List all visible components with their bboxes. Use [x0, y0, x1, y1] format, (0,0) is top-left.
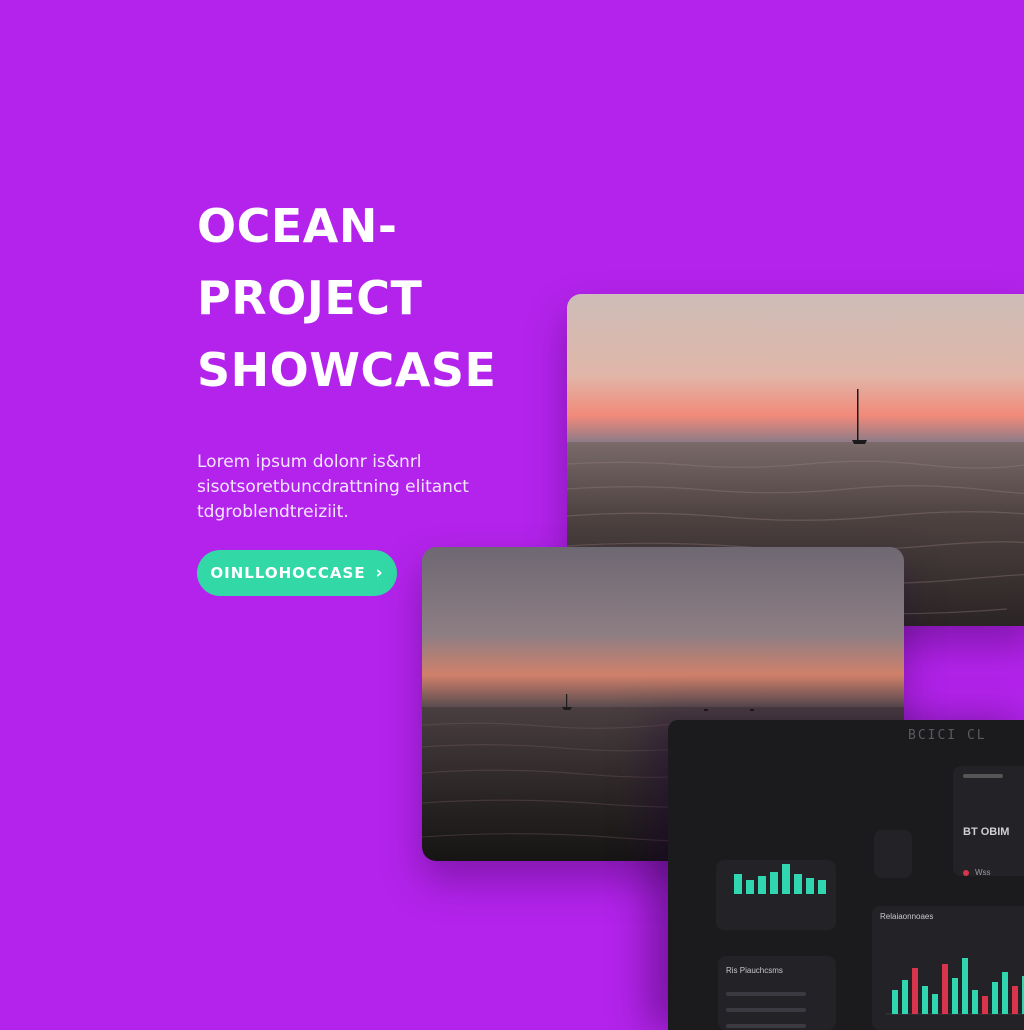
bar-group — [892, 958, 1024, 1014]
mini-bar — [782, 864, 790, 894]
title-line: PROJECT — [197, 271, 423, 325]
list-item — [726, 1024, 806, 1028]
chart-bar — [972, 990, 978, 1014]
title-line: SHOWCASE — [197, 343, 497, 397]
mini-bar — [746, 880, 754, 894]
chart-bar — [932, 994, 938, 1014]
hero-text: OCEAN- PROJECT SHOWCASE Lorem ipsum dolo… — [197, 190, 557, 525]
chart-bar — [962, 958, 968, 1014]
page-title: OCEAN- PROJECT SHOWCASE — [197, 190, 557, 406]
hero-description: Lorem ipsum dolonr is&nrl sisotsoretbunc… — [197, 450, 557, 525]
showcase-button-label: OINLLOHOCCASE — [210, 564, 366, 582]
dashboard-panel: BCICI CL BT OBIM Wss Ris Piauchcsms Rela… — [668, 720, 1024, 1030]
description-line: tdgroblendtreiziit. — [197, 502, 349, 522]
chart-bar — [892, 990, 898, 1014]
chart-bar — [992, 982, 998, 1014]
stat-row: Wss — [963, 868, 991, 877]
mini-bar — [818, 880, 826, 894]
chart-bar — [912, 968, 918, 1014]
chart-bar — [952, 978, 958, 1014]
mini-bar — [794, 874, 802, 894]
chart-bar — [942, 964, 948, 1014]
small-card — [874, 830, 912, 878]
mini-bar-chart — [716, 860, 836, 930]
chart-bar — [982, 996, 988, 1014]
mini-bar — [734, 874, 742, 894]
showcase-button[interactable]: OINLLOHOCCASE › — [197, 550, 397, 596]
stat-value: BT OBIM — [963, 826, 1010, 838]
mini-bar — [758, 876, 766, 894]
title-line: OCEAN- — [197, 199, 398, 253]
description-line: sisotsoretbuncdrattning elitanct — [197, 477, 469, 497]
bar-chart-card: Relaiaonnoaes — [872, 906, 1024, 1030]
stat-row-label: Wss — [975, 868, 991, 877]
chart-bar — [1002, 972, 1008, 1014]
status-dot-icon — [963, 869, 969, 876]
stats-card: BT OBIM Wss — [953, 766, 1024, 877]
mini-bar — [806, 878, 814, 894]
list-item — [726, 1008, 806, 1012]
list-card-title: Ris Piauchcsms — [726, 966, 783, 975]
description-line: Lorem ipsum dolonr is&nrl — [197, 452, 422, 472]
stats-card-label — [963, 774, 1003, 778]
chart-bar — [902, 980, 908, 1014]
dashboard-header: BCICI CL — [908, 728, 987, 743]
chart-bar — [1012, 986, 1018, 1014]
list-item — [726, 992, 806, 996]
list-card: Ris Piauchcsms — [718, 956, 836, 1030]
chevron-right-icon: › — [375, 563, 384, 583]
chart-bar — [922, 986, 928, 1014]
mini-bar — [770, 872, 778, 894]
